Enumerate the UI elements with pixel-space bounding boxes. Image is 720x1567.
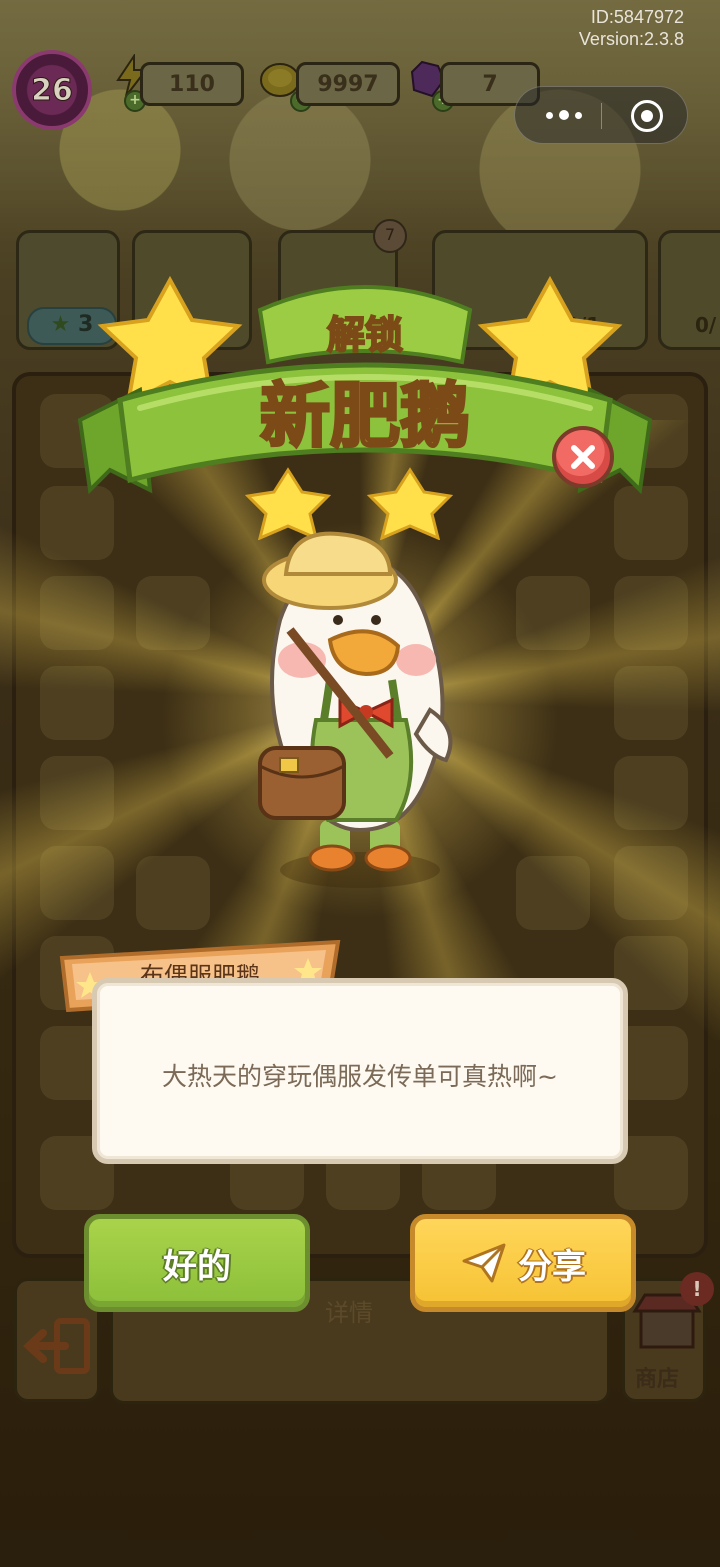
ok-button[interactable]: 好的 [84, 1214, 310, 1312]
share-button-label: 分享 [518, 1246, 586, 1287]
order-counter-2: 0/ [695, 313, 717, 337]
version-label: Version:2.3.8 [578, 29, 684, 49]
details-label: 详情 [325, 1299, 373, 1327]
level-badge[interactable]: 26 [12, 50, 92, 130]
dialog-box: 大热天的穿玩偶服发传单可真热啊~ [92, 978, 628, 1164]
level-number: 26 [31, 72, 74, 108]
shop-label: 商店 [635, 1367, 680, 1392]
more-dots-icon [546, 111, 553, 119]
goose-character [258, 531, 453, 888]
miniprogram-capsule [514, 86, 688, 144]
more-dots-icon [575, 111, 582, 119]
user-id: ID:5847972 [590, 7, 684, 27]
more-menu-button[interactable] [539, 101, 589, 129]
banner-top-text: 解锁 [327, 313, 403, 357]
debug-info: ID:5847972 Version:2.3.8 [579, 6, 684, 50]
unlock-banner: 解锁 新肥鹅 [77, 275, 653, 540]
more-dots-icon [559, 110, 569, 120]
share-button[interactable]: 分享 [410, 1214, 636, 1312]
coins-value: 9997 [317, 71, 379, 97]
gems-value: 7 [482, 71, 498, 97]
close-icon [571, 445, 595, 469]
dialog-text: 大热天的穿玩偶服发传单可真热啊~ [162, 1062, 558, 1091]
close-miniprogram-icon[interactable] [631, 100, 663, 132]
banner-main-text: 新肥鹅 [260, 375, 470, 457]
shop-alert-badge: ! [680, 1272, 714, 1306]
close-button[interactable] [552, 426, 614, 488]
energy-counter: 110 [140, 62, 244, 106]
paper-plane-icon [462, 1243, 506, 1283]
ok-button-label: 好的 [163, 1246, 231, 1287]
order-card-4[interactable]: 0/ [658, 230, 720, 350]
card-badge: 7 [373, 219, 407, 253]
capsule-divider [601, 103, 602, 129]
energy-value: 110 [169, 71, 215, 97]
coins-counter: 9997 [296, 62, 400, 106]
